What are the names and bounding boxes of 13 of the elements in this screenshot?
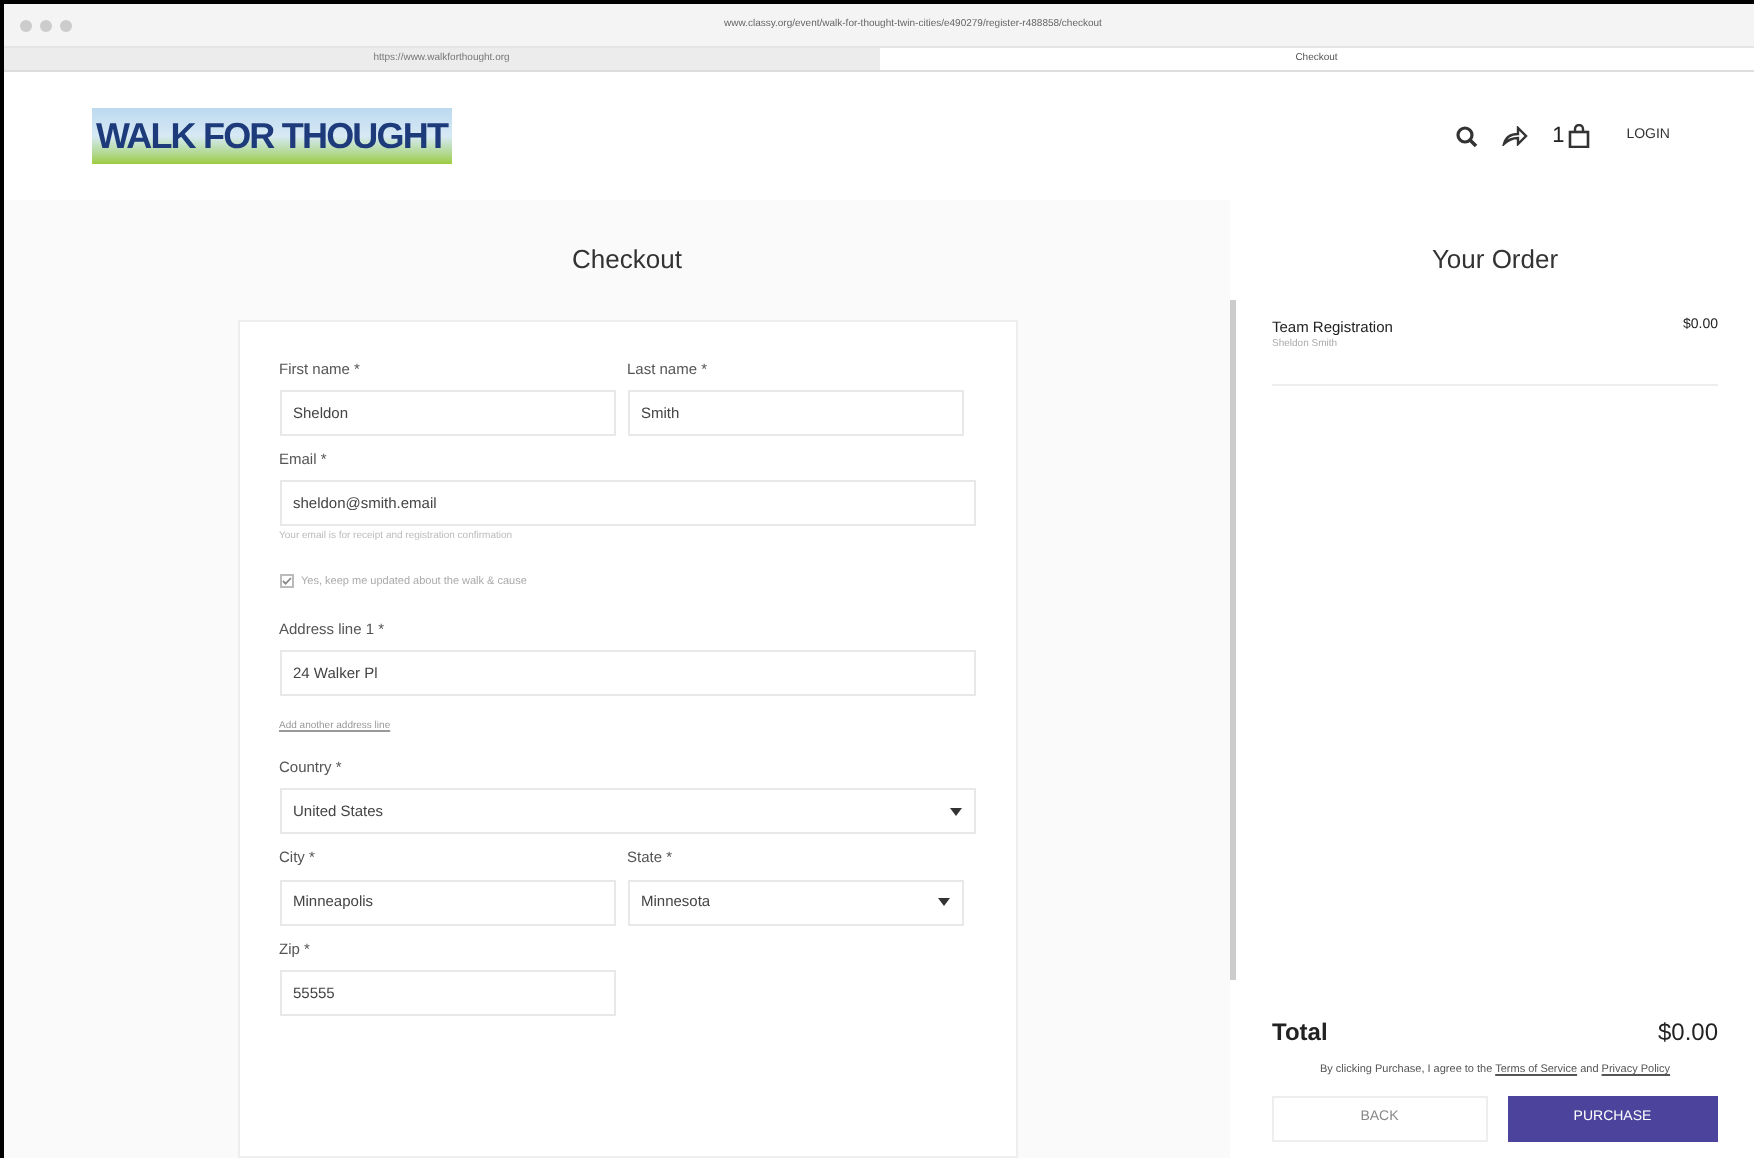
shopping-bag-icon[interactable] xyxy=(1568,124,1591,148)
cart-count[interactable]: 1 xyxy=(1552,119,1565,153)
total-label: Total xyxy=(1272,1016,1328,1050)
dropdown-caret-icon xyxy=(937,898,949,906)
logo[interactable]: WALK FOR THOUGHT xyxy=(92,108,452,164)
checkout-heading: Checkout xyxy=(572,242,682,278)
order-heading: Your Order xyxy=(1429,242,1561,278)
dropdown-caret-icon xyxy=(949,807,961,816)
scrollbar[interactable] xyxy=(1230,300,1236,980)
search-icon[interactable] xyxy=(1456,125,1479,147)
total-amount: $0.00 xyxy=(1657,1016,1718,1050)
share-icon[interactable] xyxy=(1502,126,1529,146)
checkbox[interactable] xyxy=(279,574,293,589)
